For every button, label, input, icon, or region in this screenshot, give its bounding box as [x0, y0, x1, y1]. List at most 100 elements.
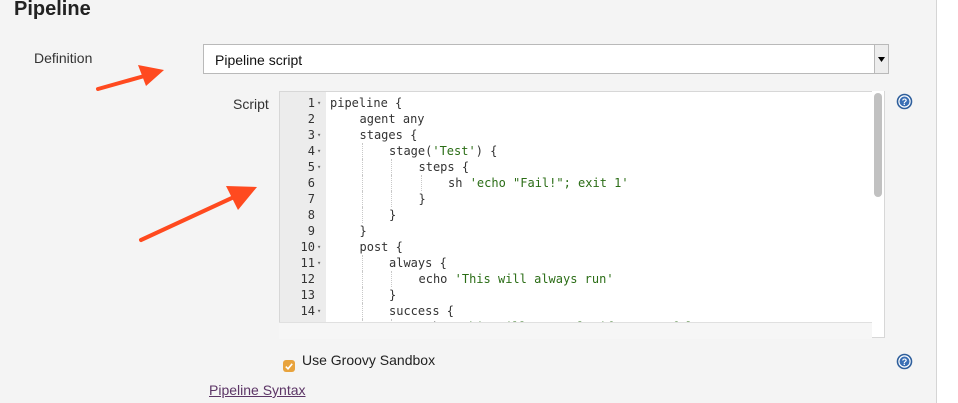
code-line[interactable]: 13}	[280, 287, 870, 303]
code-text: sh 'echo "Fail!"; exit 1'	[448, 175, 629, 191]
code-line[interactable]: 3 ▾ stages {	[280, 127, 870, 143]
indent-guide	[361, 207, 363, 223]
code-token: }	[389, 208, 397, 222]
code-text: echo 'This will always run'	[419, 271, 614, 287]
line-number: 1	[307, 96, 315, 110]
indent-guide	[420, 175, 422, 191]
indent-guide	[391, 191, 392, 207]
help-icon[interactable]: ?	[896, 93, 913, 110]
code-line[interactable]: 14 ▾ success {	[280, 303, 870, 319]
code-token: success {	[389, 304, 455, 318]
code-text: }	[389, 207, 396, 223]
indent-guide	[361, 255, 363, 271]
code-line[interactable]: 12 echo 'This will always run'	[280, 271, 870, 287]
code-token: }	[418, 192, 426, 206]
code-text: stage('Test') {	[389, 143, 497, 159]
scrollbar-thumb[interactable]	[874, 93, 882, 197]
indent-guide	[361, 303, 363, 319]
script-label: Script	[233, 96, 269, 112]
fold-toggle-icon[interactable]: ▾	[317, 159, 321, 175]
code-text: }	[389, 287, 396, 303]
red-arrow	[139, 186, 257, 242]
code-line[interactable]: 10 ▾ post {	[280, 239, 870, 255]
string-literal: 'echo "Fail!"; exit 1'	[469, 176, 629, 190]
fold-toggle-icon[interactable]: ▾	[317, 95, 321, 111]
code-text: success {	[389, 303, 454, 319]
help-icon[interactable]: ?	[896, 353, 913, 370]
line-number: 2	[307, 112, 315, 126]
code-text: }	[419, 191, 426, 207]
code-token: pipeline {	[330, 96, 403, 110]
definition-selected-value: Pipeline script	[215, 52, 303, 68]
groovy-sandbox-checkbox[interactable]	[283, 360, 295, 372]
line-number: 14	[300, 304, 315, 318]
code-token: }	[389, 288, 397, 302]
indent-guide	[361, 159, 363, 175]
svg-text:?: ?	[902, 97, 908, 107]
code-line[interactable]: 4 ▾ stage('Test') {	[280, 143, 870, 159]
indent-guide	[391, 175, 392, 191]
pipeline-syntax-link[interactable]: Pipeline Syntax	[209, 382, 306, 398]
string-literal: 'This will always run'	[454, 272, 614, 286]
fold-toggle-icon[interactable]: ▾	[317, 255, 321, 271]
line-number: 13	[300, 288, 315, 302]
code-token: steps {	[418, 160, 470, 174]
right-side-panel	[936, 0, 958, 403]
fold-toggle-icon[interactable]: ▾	[317, 127, 321, 143]
definition-select[interactable]: Pipeline script	[203, 44, 889, 74]
line-number: 6	[307, 176, 315, 190]
code-text: pipeline {	[330, 95, 402, 111]
line-number: 3	[307, 128, 315, 142]
code-line[interactable]: 1 ▾ pipeline {	[280, 95, 870, 111]
code-text: stages {	[360, 127, 418, 143]
checkmark-icon	[285, 362, 293, 370]
line-number: 9	[307, 224, 315, 238]
section-title: Pipeline	[14, 0, 91, 20]
code-text: always {	[389, 255, 447, 271]
svg-text:?: ?	[902, 357, 908, 367]
line-number: 5	[307, 160, 315, 174]
line-number: 7	[307, 192, 315, 206]
code-line[interactable]: 2 agent any	[280, 111, 870, 127]
code-line[interactable]: 9}	[280, 223, 870, 239]
dropdown-arrow-icon[interactable]	[874, 45, 888, 73]
indent-guide	[361, 175, 363, 191]
code-line[interactable]: 6 sh 'echo "Fail!"; exit 1'	[280, 175, 870, 191]
definition-label: Definition	[34, 50, 93, 66]
groovy-sandbox-label[interactable]: Use Groovy Sandbox	[302, 352, 435, 368]
code-line[interactable]: 7}	[280, 191, 870, 207]
code-token: agent any	[359, 112, 425, 126]
fold-toggle-icon[interactable]: ▾	[317, 143, 321, 159]
code-line[interactable]: 11 ▾ always {	[280, 255, 870, 271]
code-text: }	[360, 223, 367, 239]
script-editor[interactable]: 1 ▾ pipeline {2 agent any 3 ▾ stages {4 ▾ stage(…	[279, 91, 885, 338]
fold-toggle-icon[interactable]: ▾	[317, 303, 321, 319]
indent-guide	[361, 287, 363, 303]
editor-vertical-scrollbar[interactable]	[872, 91, 884, 323]
code-text: steps {	[419, 159, 470, 175]
code-token: echo	[418, 272, 455, 286]
indent-guide	[391, 271, 392, 287]
code-token: always {	[389, 256, 447, 270]
code-text: post {	[360, 239, 403, 255]
line-number: 4	[307, 144, 315, 158]
code-token: sh	[448, 176, 470, 190]
code-line[interactable]: 8}	[280, 207, 870, 223]
fold-toggle-icon[interactable]: ▾	[317, 239, 321, 255]
line-number: 10	[300, 240, 315, 254]
code-token: ) {	[475, 144, 498, 158]
line-number: 8	[307, 208, 315, 222]
indent-guide	[361, 143, 363, 159]
line-number: 11	[300, 256, 315, 270]
code-line[interactable]: 5 ▾ steps {	[280, 159, 870, 175]
code-token: post {	[359, 240, 403, 254]
code-token: stage(	[389, 144, 433, 158]
string-literal: 'Test'	[432, 144, 476, 158]
editor-horizontal-scrollbar[interactable]	[279, 322, 872, 339]
code-token: stages {	[359, 128, 418, 142]
indent-guide	[361, 191, 363, 207]
indent-guide	[391, 159, 392, 175]
code-token: }	[359, 224, 367, 238]
code-text: agent any	[360, 111, 425, 127]
red-arrow	[96, 65, 164, 91]
